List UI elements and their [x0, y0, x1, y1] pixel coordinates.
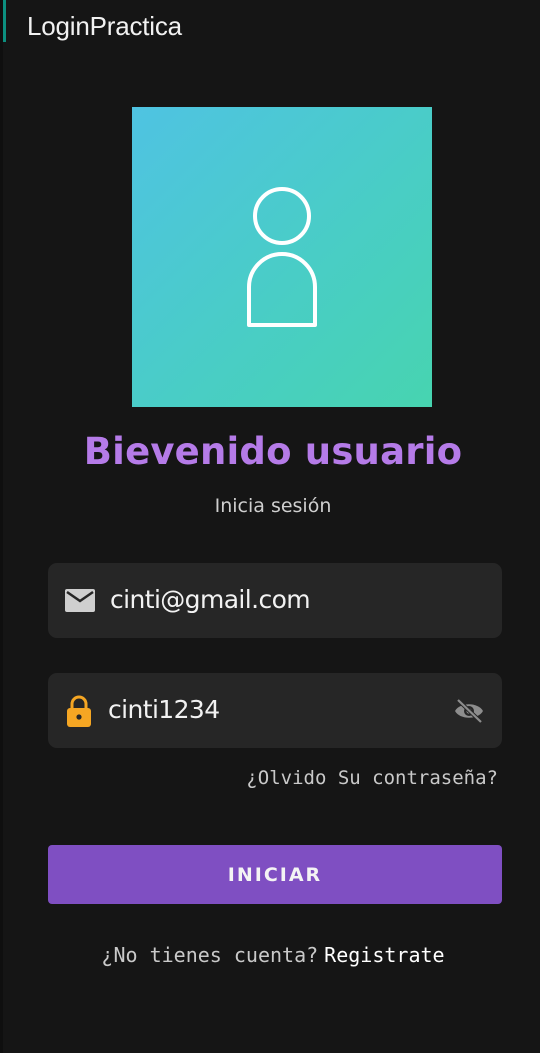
register-link[interactable]: Registrate	[324, 943, 444, 967]
lock-icon	[66, 695, 92, 732]
app-title: LoginPractica	[27, 11, 182, 41]
welcome-title: Bievenido usuario	[83, 430, 463, 473]
app-screen: LoginPractica Bievenido usuario Inicia s…	[0, 0, 540, 1053]
password-input[interactable]: cinti1234	[108, 695, 220, 724]
register-prompt: ¿No tienes cuenta? Registrate	[3, 943, 540, 967]
email-field[interactable]: cinti@gmail.com	[48, 563, 502, 638]
user-avatar-image	[132, 107, 432, 407]
app-bar: LoginPractica	[3, 0, 540, 50]
login-subtitle: Inicia sesión	[214, 495, 332, 517]
mail-icon	[65, 589, 95, 617]
login-button[interactable]: INICIAR	[48, 845, 502, 904]
password-field[interactable]: cinti1234	[48, 673, 502, 748]
forgot-password-link[interactable]: ¿Olvido Su contraseña?	[246, 767, 498, 789]
register-question: ¿No tienes cuenta?	[101, 943, 319, 967]
user-icon	[247, 187, 317, 327]
email-input[interactable]: cinti@gmail.com	[110, 585, 311, 614]
eye-off-icon[interactable]	[453, 698, 485, 728]
